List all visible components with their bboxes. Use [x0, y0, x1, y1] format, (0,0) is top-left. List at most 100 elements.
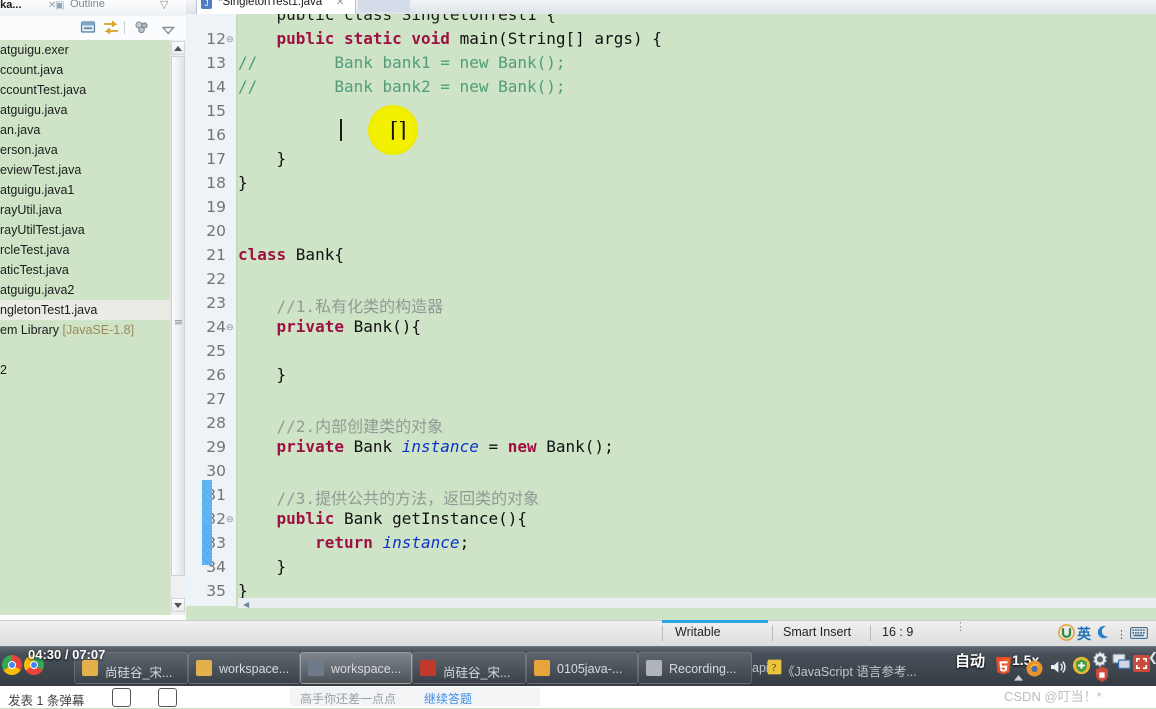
firefox-icon[interactable] — [1026, 660, 1043, 682]
status-divider — [662, 625, 663, 641]
continue-quiz-link[interactable]: 继续答题 — [424, 690, 472, 707]
keyboard-icon[interactable] — [1130, 626, 1148, 644]
code-line[interactable]: // Bank bank1 = new Bank(); — [238, 53, 566, 72]
line-number: 35 — [206, 582, 226, 600]
code-line[interactable]: } — [238, 149, 287, 168]
code-line[interactable]: public class SingletonTest1 { — [238, 14, 556, 24]
tree-item[interactable]: atguigu.java1 — [0, 180, 170, 200]
taskbar-item-label: 尚硅谷_宋... — [443, 666, 511, 680]
code-line[interactable]: private Bank instance = new Bank(); — [238, 437, 614, 456]
tree-item[interactable]: atguigu.java — [0, 100, 170, 120]
collapse-all-icon[interactable] — [80, 20, 98, 36]
volume-icon[interactable] — [1048, 657, 1068, 682]
tree-item-suffix: [JavaSE-1.8] — [62, 323, 135, 337]
fold-toggle-icon[interactable]: ⊖ — [226, 322, 235, 332]
code-line[interactable]: return instance; — [238, 533, 469, 552]
line-number: 21 — [206, 246, 226, 264]
line-number: 13 — [206, 54, 226, 72]
tree-item-label: ccount.java — [0, 63, 64, 77]
code-line[interactable]: // Bank bank2 = new Bank(); — [238, 77, 566, 96]
line-number: 17 — [206, 150, 226, 168]
scroll-left-arrow-icon[interactable]: ◀ — [243, 600, 249, 609]
code-token: // — [238, 77, 258, 96]
emote-icon-2[interactable] — [158, 688, 177, 707]
ime-language-label[interactable]: 英 — [1077, 624, 1091, 644]
tree-item[interactable]: rayUtilTest.java — [0, 220, 170, 240]
taskbar-item-label: workspace... — [219, 662, 290, 676]
view-filter-icon[interactable] — [134, 20, 152, 36]
minimize-icon[interactable]: ▽ — [160, 0, 168, 11]
video-icon — [534, 660, 550, 676]
tree-item[interactable]: ccountTest.java — [0, 80, 170, 100]
code-text-area[interactable]: public class SingletonTest1 { public sta… — [238, 14, 1156, 606]
tree-item[interactable] — [0, 340, 170, 360]
network-icon[interactable] — [1112, 652, 1131, 676]
fold-toggle-icon[interactable]: ⊖ — [226, 514, 235, 524]
scroll-down-arrow-icon[interactable] — [171, 598, 185, 612]
more-icon[interactable]: ⋮ — [1116, 628, 1127, 641]
code-line[interactable]: class Bank{ — [238, 245, 344, 264]
tree-item[interactable]: rcleTest.java — [0, 240, 170, 260]
tree-item-label: ngletonTest1.java — [0, 303, 98, 317]
tree-item[interactable]: atguigu.java2 — [0, 280, 170, 300]
taskbar-item-0105java[interactable]: 0105java-... — [526, 652, 638, 684]
help-icon: ? — [767, 659, 782, 680]
line-number: 16 — [206, 126, 226, 144]
tree-item[interactable]: aticTest.java — [0, 260, 170, 280]
chrome-icon[interactable] — [2, 655, 22, 675]
taskbar-item-workspace-1[interactable]: workspace... — [188, 652, 300, 684]
code-line[interactable]: } — [238, 557, 287, 576]
taskbar-item-powerpoint[interactable]: 尚硅谷_宋... — [412, 652, 526, 684]
tree-item[interactable]: ngletonTest1.java — [0, 300, 170, 320]
emote-icon-1[interactable] — [112, 688, 131, 707]
code-token: private — [276, 317, 354, 336]
link-with-editor-icon[interactable] — [102, 20, 120, 36]
taskbar-item-javascript-doc[interactable]: 《JavaScript 语言参考... — [782, 661, 917, 680]
close-icon[interactable]: ✕ — [336, 0, 344, 8]
code-line[interactable]: //2.内部创建类的对象 — [238, 413, 444, 437]
code-token: Bank bank1 = new Bank(); — [257, 53, 566, 72]
code-line[interactable]: } — [238, 365, 287, 384]
shield-plus-icon[interactable] — [1072, 656, 1091, 680]
tree-item[interactable]: ccount.java — [0, 60, 170, 80]
tree-item[interactable]: atguigu.exer — [0, 40, 170, 60]
scroll-up-arrow-icon[interactable] — [171, 41, 185, 55]
taskbar-item-folder-1[interactable]: 尚硅谷_宋... — [74, 652, 188, 684]
editor-tab-inactive[interactable] — [358, 0, 410, 12]
auto-quality-label[interactable]: 自动 — [955, 650, 985, 671]
view-menu-icon[interactable] — [161, 22, 180, 38]
folder-icon — [82, 660, 98, 676]
tree-item[interactable]: eviewTest.java — [0, 160, 170, 180]
tree-item[interactable]: em Library [JavaSE-1.8] — [0, 320, 170, 340]
tree-item-label: an.java — [0, 123, 41, 137]
tree-item[interactable]: an.java — [0, 120, 170, 140]
package-explorer-tree[interactable]: atguigu.exer ccount.java ccountTest.java at… — [0, 40, 170, 615]
code-line[interactable]: } — [238, 173, 248, 192]
taskbar-item-label: 尚硅谷_宋... — [105, 666, 173, 680]
status-overflow-icon[interactable]: ⋮ — [955, 622, 966, 633]
expand-icon[interactable]: ❮❯ — [1148, 650, 1156, 664]
tree-item[interactable]: 2 — [0, 360, 170, 380]
code-line[interactable]: //1.私有化类的构造器 — [238, 293, 444, 317]
code-line[interactable]: //3.提供公共的方法，返回类的对象 — [238, 485, 540, 509]
fold-toggle-icon[interactable]: ⊖ — [226, 34, 235, 44]
taskbar-item-workspace-2[interactable]: workspace... — [300, 652, 412, 684]
ime-logo-icon[interactable] — [1058, 624, 1075, 646]
editor-horizontal-scrollbar[interactable] — [238, 598, 1156, 608]
line-number: 23 — [206, 294, 226, 312]
code-line[interactable]: public Bank getInstance(){ — [238, 509, 527, 528]
tab-package-explorer[interactable]: cka... — [0, 0, 22, 11]
security-icon[interactable] — [1094, 666, 1110, 687]
package-explorer-panel: cka... ✕ ▣ Outline ▽ — [0, 0, 187, 620]
tab-outline[interactable]: Outline — [70, 0, 105, 10]
code-token: public — [276, 509, 344, 528]
taskbar-item-recording[interactable]: Recording... — [638, 652, 752, 684]
moon-icon[interactable] — [1097, 625, 1112, 645]
code-line[interactable]: public static void main(String[] args) { — [238, 29, 662, 48]
tree-item[interactable]: erson.java — [0, 140, 170, 160]
tree-item[interactable]: rayUtil.java — [0, 200, 170, 220]
code-line[interactable]: private Bank(){ — [238, 317, 422, 336]
code-token: Bank getInstance(){ — [343, 509, 527, 528]
